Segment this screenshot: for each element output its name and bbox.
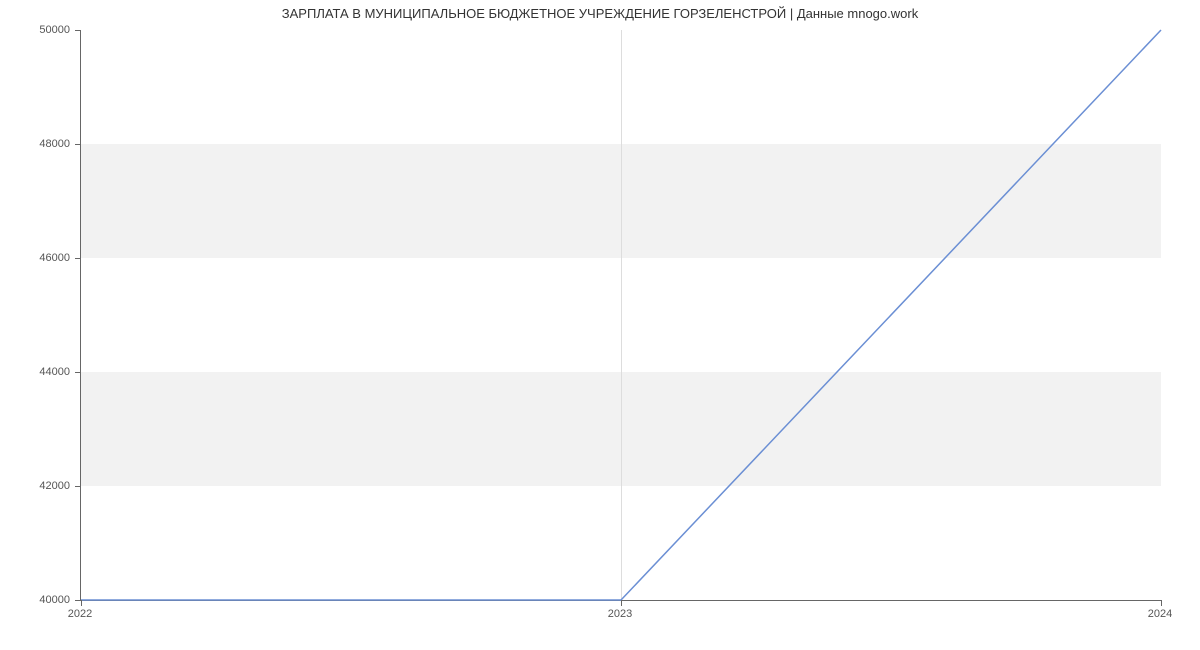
y-axis-label: 48000 <box>10 138 70 150</box>
y-axis-label: 46000 <box>10 252 70 264</box>
y-axis-label: 40000 <box>10 594 70 606</box>
y-tick <box>75 30 81 31</box>
y-axis-label: 44000 <box>10 366 70 378</box>
plot-area <box>80 30 1161 601</box>
x-axis-label: 2023 <box>608 608 632 620</box>
y-tick <box>75 486 81 487</box>
salary-line-chart: ЗАРПЛАТА В МУНИЦИПАЛЬНОЕ БЮДЖЕТНОЕ УЧРЕЖ… <box>0 0 1200 650</box>
x-axis-label: 2022 <box>68 608 92 620</box>
y-axis-label: 50000 <box>10 24 70 36</box>
x-tick <box>621 600 622 606</box>
x-axis-label: 2024 <box>1148 608 1172 620</box>
x-tick <box>81 600 82 606</box>
chart-title: ЗАРПЛАТА В МУНИЦИПАЛЬНОЕ БЮДЖЕТНОЕ УЧРЕЖ… <box>0 6 1200 21</box>
series-line <box>81 30 1161 600</box>
y-axis-label: 42000 <box>10 480 70 492</box>
y-tick <box>75 600 81 601</box>
x-tick <box>1161 600 1162 606</box>
y-tick <box>75 372 81 373</box>
y-tick <box>75 258 81 259</box>
y-tick <box>75 144 81 145</box>
